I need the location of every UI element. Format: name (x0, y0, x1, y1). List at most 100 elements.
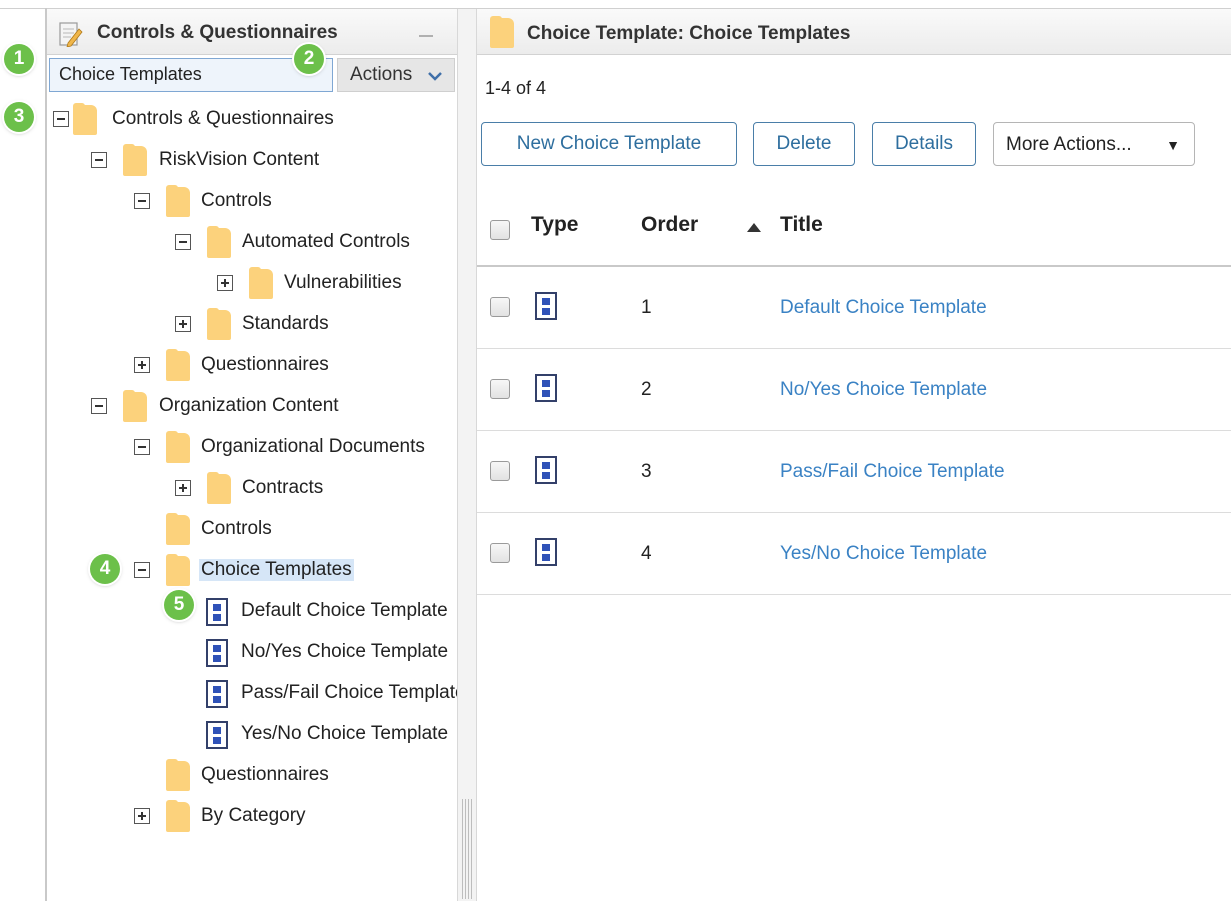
select-all-checkbox[interactable] (490, 220, 510, 240)
tree-node-label: Automated Controls (242, 231, 410, 252)
folder-icon (166, 431, 190, 463)
callout-badge-3: 3 (4, 102, 34, 132)
folder-icon (249, 267, 273, 299)
row-title-link[interactable]: Pass/Fail Choice Template (780, 461, 1005, 483)
tree-node-label: Organization Content (159, 395, 339, 416)
tree-node-choice-templates[interactable]: Choice Templates (134, 554, 457, 586)
folder-icon (207, 308, 231, 340)
expand-icon[interactable] (175, 316, 191, 332)
more-actions-dropdown[interactable]: More Actions... ▼ (993, 122, 1195, 166)
expand-icon[interactable] (175, 480, 191, 496)
table-row[interactable]: 2 No/Yes Choice Template (477, 349, 1231, 431)
splitter-grip[interactable] (462, 799, 472, 899)
content-header: Choice Template: Choice Templates (477, 9, 1231, 55)
folder-icon (166, 349, 190, 381)
row-checkbox[interactable] (490, 461, 510, 481)
tree-node-controls-questionnaires[interactable]: Controls & Questionnaires (51, 103, 451, 135)
tree-node-label: RiskVision Content (159, 149, 320, 170)
collapse-icon[interactable] (134, 439, 150, 455)
document-icon (206, 680, 228, 708)
column-header-type[interactable]: Type (531, 213, 578, 237)
folder-icon (166, 185, 190, 217)
content-title: Choice Template: Choice Templates (527, 23, 851, 44)
column-header-title[interactable]: Title (780, 213, 823, 237)
expand-icon[interactable] (134, 808, 150, 824)
row-title-link[interactable]: Yes/No Choice Template (780, 543, 987, 565)
tree-node-passfail-choice-template[interactable]: Pass/Fail Choice Template (206, 679, 457, 709)
tree-node-label: Questionnaires (201, 764, 329, 785)
folder-icon (73, 103, 97, 135)
details-button[interactable]: Details (872, 122, 976, 166)
tree-node-yesno-choice-template[interactable]: Yes/No Choice Template (206, 720, 457, 750)
tree-node-automated-controls[interactable]: Automated Controls (175, 226, 457, 258)
delete-button[interactable]: Delete (753, 122, 855, 166)
collapse-icon[interactable] (91, 398, 107, 414)
tree-node-org-controls[interactable]: Controls (134, 513, 457, 545)
row-title-link[interactable]: Default Choice Template (780, 297, 987, 319)
tree-node-label: Controls (201, 518, 272, 539)
document-icon (206, 721, 228, 749)
collapse-icon[interactable] (134, 193, 150, 209)
collapse-icon[interactable] (134, 562, 150, 578)
navigation-panel: Controls & Questionnaires Choice Templat… (47, 9, 457, 901)
collapse-icon[interactable] (91, 152, 107, 168)
row-title-link[interactable]: No/Yes Choice Template (780, 379, 987, 401)
content-panel: Choice Template: Choice Templates 1-4 of… (477, 9, 1231, 901)
folder-icon (166, 759, 190, 791)
tree-node-organization-content[interactable]: Organization Content (91, 390, 457, 422)
row-order: 2 (641, 379, 652, 400)
folder-icon (207, 472, 231, 504)
table-row[interactable]: 3 Pass/Fail Choice Template (477, 431, 1231, 513)
dropdown-arrow-icon: ▼ (1166, 137, 1180, 153)
tree-node-vulnerabilities[interactable]: Vulnerabilities (217, 267, 457, 299)
expand-icon[interactable] (217, 275, 233, 291)
row-checkbox[interactable] (490, 379, 510, 399)
panel-splitter[interactable] (457, 9, 477, 901)
tree-node-label: Controls & Questionnaires (112, 108, 334, 129)
tree-node-label: Vulnerabilities (284, 272, 402, 293)
tree-node-default-choice-template[interactable]: Default Choice Template (206, 597, 457, 627)
collapse-icon[interactable] (175, 234, 191, 250)
new-choice-template-button[interactable]: New Choice Template (481, 122, 737, 166)
tree-node-label: Choice Templates (199, 559, 354, 581)
tree-node-label: Yes/No Choice Template (241, 723, 449, 744)
document-icon (206, 598, 228, 626)
folder-icon (123, 390, 147, 422)
tree-node-standards[interactable]: Standards (175, 308, 457, 340)
column-header-order[interactable]: Order (641, 213, 698, 237)
table-row[interactable]: 1 Default Choice Template (477, 267, 1231, 349)
tree-node-organizational-documents[interactable]: Organizational Documents (134, 431, 457, 463)
tree-node-label: By Category (201, 805, 306, 826)
callout-badge-4: 4 (90, 554, 120, 584)
folder-icon (166, 554, 190, 586)
document-icon (535, 538, 557, 566)
grid-header: Type Order Title (477, 193, 1231, 267)
row-order: 3 (641, 461, 652, 482)
tree-node-controls[interactable]: Controls (134, 185, 457, 217)
tree-node-by-category[interactable]: By Category (134, 800, 457, 832)
document-icon (206, 639, 228, 667)
row-checkbox[interactable] (490, 297, 510, 317)
tree-node-contracts[interactable]: Contracts (175, 472, 457, 504)
tree-node-label: Questionnaires (201, 354, 329, 375)
tree-node-questionnaires[interactable]: Questionnaires (134, 349, 457, 381)
collapse-icon[interactable] (53, 111, 69, 127)
record-count: 1-4 of 4 (485, 78, 547, 98)
document-icon (535, 456, 557, 484)
tree-node-noyes-choice-template[interactable]: No/Yes Choice Template (206, 638, 457, 668)
tree-node-riskvision-content[interactable]: RiskVision Content (91, 144, 451, 176)
callout-badge-1: 1 (4, 44, 34, 74)
table-row[interactable]: 4 Yes/No Choice Template (477, 513, 1231, 595)
folder-icon (207, 226, 231, 258)
folder-icon (166, 800, 190, 832)
more-actions-label: More Actions... (1006, 134, 1132, 155)
sort-ascending-icon[interactable] (747, 223, 761, 232)
expand-icon[interactable] (134, 357, 150, 373)
tree-node-label: Pass/Fail Choice Template (241, 682, 457, 703)
tree-node-label: Standards (242, 313, 329, 334)
tree-node-org-questionnaires[interactable]: Questionnaires (134, 759, 457, 791)
tree-node-label: No/Yes Choice Template (241, 641, 449, 662)
folder-icon (166, 513, 190, 545)
row-checkbox[interactable] (490, 543, 510, 563)
document-icon (535, 292, 557, 320)
